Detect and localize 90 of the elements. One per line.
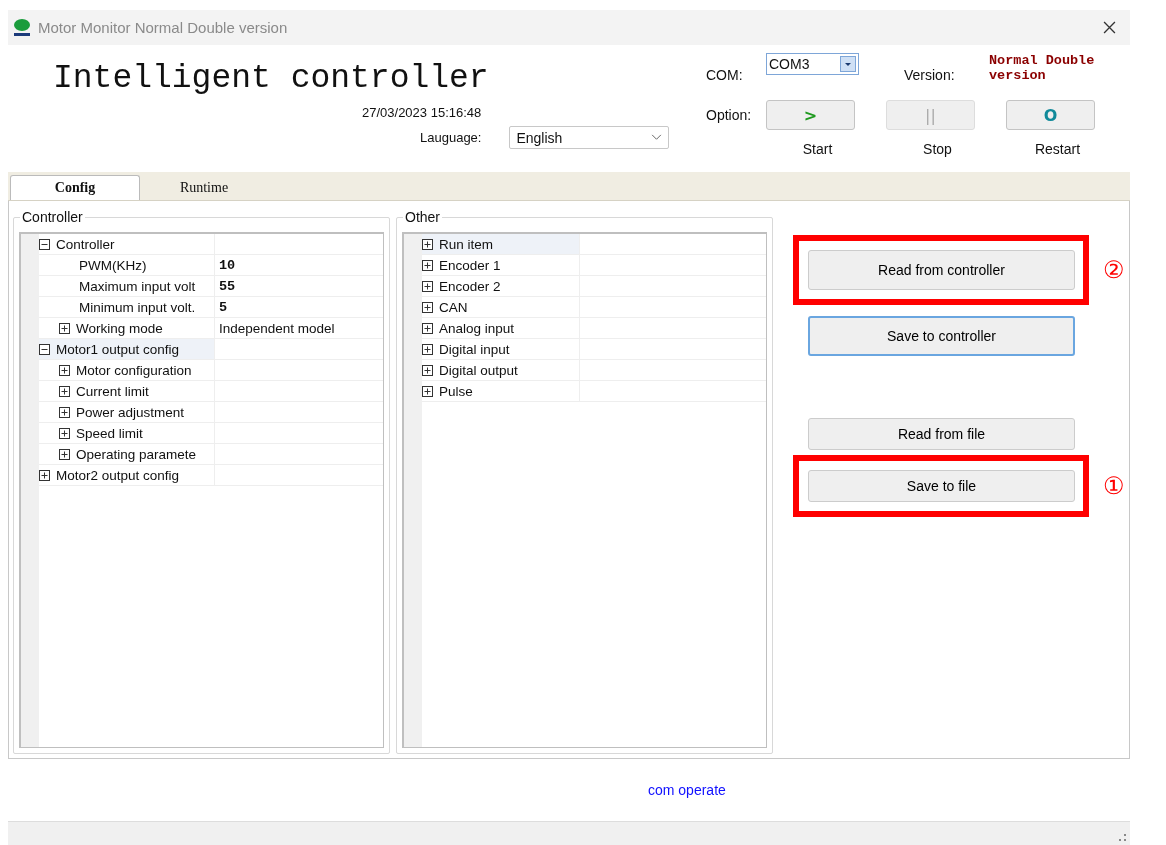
- property-name[interactable]: Encoder 1: [422, 255, 580, 275]
- property-name[interactable]: Motor configuration: [39, 360, 215, 380]
- property-label: Operating paramete: [76, 446, 197, 462]
- property-name[interactable]: Current limit: [39, 381, 215, 401]
- property-label: Maximum input volt: [79, 278, 196, 294]
- property-label: Motor configuration: [76, 362, 192, 378]
- property-name[interactable]: Maximum input volt: [39, 276, 215, 296]
- group-title: Controller: [20, 209, 85, 225]
- app-heading: Intelligent controller: [53, 60, 490, 97]
- property-label: Motor2 output config: [56, 467, 180, 483]
- expand-icon[interactable]: [59, 406, 70, 418]
- expand-icon[interactable]: [39, 469, 50, 481]
- expand-icon[interactable]: [422, 364, 433, 376]
- expand-icon[interactable]: [59, 448, 70, 460]
- expand-icon[interactable]: [422, 238, 433, 250]
- property-name[interactable]: Motor2 output config: [39, 465, 215, 485]
- collapse-icon[interactable]: [39, 238, 50, 250]
- property-name[interactable]: Speed limit: [39, 423, 215, 443]
- property-name[interactable]: CAN: [422, 297, 580, 317]
- property-name[interactable]: Digital output: [422, 360, 580, 380]
- date-time: 27/03/2023 15:16:48: [362, 105, 483, 120]
- action-button[interactable]: Read from file: [808, 418, 1075, 450]
- property-name[interactable]: Working mode: [39, 318, 215, 338]
- action-button[interactable]: Save to file: [808, 470, 1075, 502]
- tab[interactable]: Config: [10, 175, 140, 200]
- app-logo-icon: [12, 17, 32, 38]
- property-label: Current limit: [76, 383, 149, 399]
- version-text: Normal Double version: [988, 53, 1095, 83]
- property-label: Digital input: [439, 341, 510, 357]
- expand-icon[interactable]: [59, 427, 70, 439]
- property-value: Independent model: [219, 320, 335, 336]
- property-label: Power adjustment: [76, 404, 185, 420]
- property-label: Digital output: [439, 362, 518, 378]
- option-caption: Restart: [1033, 141, 1082, 157]
- language-label: Lauguage:: [420, 130, 482, 145]
- property-label: Encoder 2: [439, 278, 501, 294]
- property-value: 5: [219, 299, 228, 315]
- resize-grip-icon[interactable]: [1118, 834, 1126, 842]
- property-label: Encoder 1: [439, 257, 501, 273]
- chevron-icon: [651, 134, 663, 141]
- expand-icon[interactable]: [422, 343, 433, 355]
- property-label: Controller: [56, 236, 115, 252]
- expand-icon[interactable]: [59, 322, 70, 334]
- group-title: Other: [403, 209, 442, 225]
- window-title: Motor Monitor Normal Double version: [38, 19, 289, 36]
- property-name[interactable]: PWM(KHz): [39, 255, 215, 275]
- property-value: 10: [219, 257, 236, 273]
- expand-icon[interactable]: [422, 259, 433, 271]
- property-name[interactable]: Digital input: [422, 339, 580, 359]
- com-label: COM:: [706, 67, 744, 83]
- com-dropdown[interactable]: COM3: [766, 53, 859, 75]
- property-label: Analog input: [439, 320, 515, 336]
- expand-icon[interactable]: [59, 364, 70, 376]
- property-name[interactable]: Run item: [422, 234, 580, 254]
- property-label: Minimum input volt.: [79, 299, 196, 315]
- option-label: Option:: [706, 107, 753, 123]
- step-marker: ①: [1103, 472, 1125, 500]
- status-message: com operate: [648, 782, 726, 798]
- step-marker: ②: [1103, 256, 1125, 284]
- tab[interactable]: Runtime: [140, 176, 268, 200]
- expand-icon[interactable]: [422, 385, 433, 397]
- expand-icon[interactable]: [422, 322, 433, 334]
- expand-icon[interactable]: [422, 280, 433, 292]
- property-name[interactable]: Controller: [39, 234, 215, 254]
- action-button[interactable]: Read from controller: [808, 250, 1075, 290]
- property-name[interactable]: Motor1 output config: [39, 339, 215, 359]
- property-value: 55: [219, 278, 236, 294]
- property-label: CAN: [439, 299, 468, 315]
- property-label: Working mode: [76, 320, 163, 336]
- language-dropdown[interactable]: English: [509, 126, 670, 149]
- property-label: Speed limit: [76, 425, 143, 441]
- action-button[interactable]: Save to controller: [808, 316, 1075, 356]
- option-caption: Stop: [922, 141, 953, 157]
- property-name[interactable]: Pulse: [422, 381, 580, 401]
- property-label: Motor1 output config: [56, 341, 180, 357]
- expand-icon[interactable]: [59, 385, 70, 397]
- property-name[interactable]: Analog input: [422, 318, 580, 338]
- version-label: Version:: [903, 67, 956, 83]
- property-name[interactable]: Power adjustment: [39, 402, 215, 422]
- property-label: Run item: [439, 236, 494, 252]
- collapse-icon[interactable]: [39, 343, 50, 355]
- property-label: Pulse: [439, 383, 473, 399]
- close-icon[interactable]: [1103, 21, 1116, 34]
- option-button[interactable]: O: [1006, 100, 1095, 130]
- option-caption: Start: [801, 141, 834, 157]
- property-name[interactable]: Encoder 2: [422, 276, 580, 296]
- property-name[interactable]: Minimum input volt.: [39, 297, 215, 317]
- property-label: PWM(KHz): [79, 257, 147, 273]
- expand-icon[interactable]: [422, 301, 433, 313]
- property-name[interactable]: Operating paramete: [39, 444, 215, 464]
